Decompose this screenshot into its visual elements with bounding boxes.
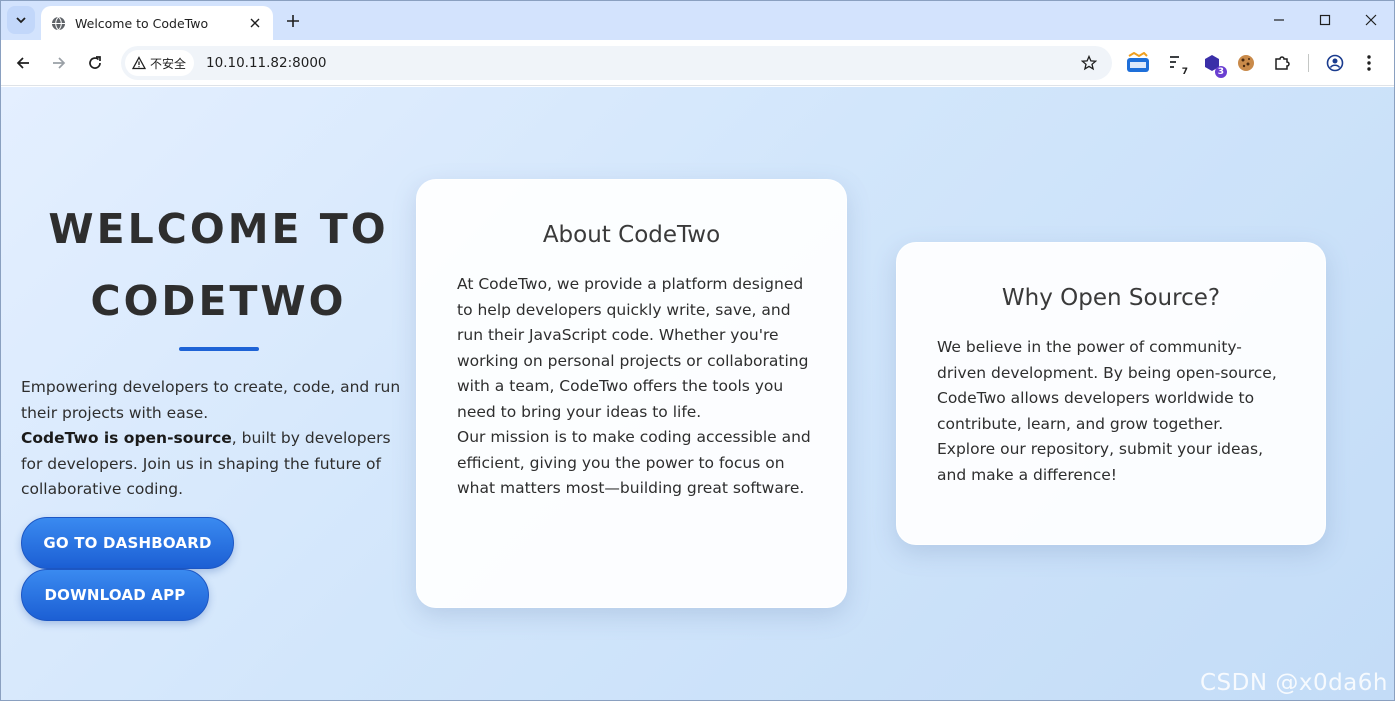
globe-icon [51, 16, 66, 31]
extension-cookie[interactable] [1233, 50, 1259, 76]
minimize-icon [1274, 19, 1284, 21]
tab-bar: Welcome to CodeTwo [0, 0, 1395, 40]
extension-badge: 3 [1214, 66, 1227, 78]
forward-button[interactable] [44, 48, 74, 78]
warning-icon [132, 56, 146, 70]
browser-toolbar: 不安全 10.10.11.82:8000 7 3 [0, 40, 1395, 86]
title-underline [178, 347, 259, 351]
translate-extension-icon [1127, 52, 1149, 72]
security-chip[interactable]: 不安全 [125, 50, 195, 76]
back-button[interactable] [8, 48, 38, 78]
page-content: WELCOME TO CODETWO Empowering developers… [1, 87, 1394, 700]
close-icon [1365, 14, 1377, 26]
more-vertical-icon [1367, 55, 1371, 71]
maximize-button[interactable] [1302, 0, 1348, 40]
hero-text-1: Empowering developers to create, code, a… [21, 378, 401, 422]
reload-icon [89, 56, 101, 69]
extension-script[interactable]: 7 [1163, 50, 1191, 78]
go-to-dashboard-button[interactable]: GO TO DASHBOARD [21, 516, 234, 569]
about-card: About CodeTwo At CodeTwo, we provide a p… [416, 179, 847, 608]
address-bar[interactable]: 不安全 10.10.11.82:8000 [121, 46, 1112, 80]
maximize-icon [1319, 14, 1331, 26]
why-text: We believe in the power of community-dri… [937, 338, 1277, 484]
about-title: About CodeTwo [542, 222, 721, 248]
about-text: At CodeTwo, we provide a platform design… [457, 272, 812, 502]
browser-menu-button[interactable] [1356, 50, 1382, 76]
hero-title: WELCOME TO CODETWO [21, 193, 416, 337]
new-tab-button[interactable] [280, 8, 306, 34]
extension-badge: 7 [1178, 66, 1191, 78]
hero-text-bold: CodeTwo is open-source [21, 429, 232, 447]
url-text: 10.10.11.82:8000 [206, 55, 327, 71]
puzzle-icon [1275, 56, 1290, 70]
chevron-down-icon [16, 17, 26, 24]
tab-search-button[interactable] [7, 6, 35, 34]
download-app-button[interactable]: DOWNLOAD APP [21, 568, 209, 621]
active-tab[interactable]: Welcome to CodeTwo [41, 6, 273, 40]
profile-icon [1326, 54, 1344, 72]
close-tab-icon[interactable] [245, 13, 265, 33]
close-window-button[interactable] [1348, 0, 1394, 40]
hero-title-line-1: WELCOME TO [48, 205, 389, 253]
extension-translate[interactable] [1125, 50, 1151, 76]
bookmark-button[interactable] [1074, 48, 1104, 78]
tab-title: Welcome to CodeTwo [75, 15, 209, 31]
why-title: Why Open Source? [1001, 285, 1221, 311]
profile-button[interactable] [1322, 50, 1348, 76]
extension-cube[interactable]: 3 [1199, 50, 1227, 78]
watermark: CSDN @x0da6h [1199, 670, 1388, 696]
arrow-left-icon [16, 57, 29, 69]
about-paragraph-1: At CodeTwo, we provide a platform design… [457, 275, 809, 421]
minimize-button[interactable] [1256, 0, 1302, 40]
security-label: 不安全 [150, 56, 187, 71]
hero-description: Empowering developers to create, code, a… [21, 375, 416, 503]
arrow-right-icon [53, 57, 66, 69]
reload-button[interactable] [80, 48, 110, 78]
plus-icon [287, 15, 299, 27]
cookie-extension-icon [1238, 55, 1254, 71]
why-open-source-card: Why Open Source? We believe in the power… [896, 242, 1326, 545]
hero-title-line-2: CODETWO [90, 277, 347, 325]
hero-section: WELCOME TO CODETWO Empowering developers… [21, 193, 416, 621]
extensions-menu-button[interactable] [1269, 50, 1295, 76]
star-icon [1081, 55, 1097, 71]
toolbar-separator [1308, 54, 1309, 72]
about-paragraph-2: Our mission is to make coding accessible… [457, 428, 811, 497]
